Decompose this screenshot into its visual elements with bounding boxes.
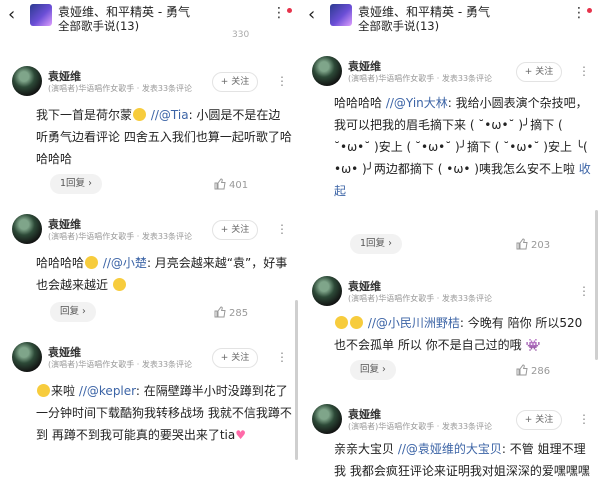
alien-icon: 👾 <box>525 338 541 352</box>
author-name[interactable]: 袁娅维 <box>348 406 381 422</box>
moon-emoji-icon <box>112 278 126 291</box>
thumb-up-icon <box>214 306 226 318</box>
avatar[interactable] <box>312 404 342 434</box>
author-meta: (演唱者)华语唱作女歌手 · 发表33条评论 <box>48 232 193 241</box>
mention-link[interactable]: //@Yin大林 <box>386 96 448 110</box>
thumb-up-icon <box>516 364 528 376</box>
comment-more-icon[interactable]: ⋮ <box>276 350 288 364</box>
laugh-emoji-icon <box>85 256 99 269</box>
reply-button[interactable]: 回复 › <box>50 302 96 322</box>
author-meta: (演唱者)华语唱作女歌手 · 发表33条评论 <box>348 74 493 83</box>
author-name[interactable]: 袁娅维 <box>348 278 381 294</box>
mention-link[interactable]: //@袁娅维的大宝贝 <box>398 442 502 456</box>
comment-text-a: 哈哈哈哈 <box>36 256 85 270</box>
comment-more-icon[interactable]: ⋮ <box>578 412 590 426</box>
top-bar: ‹ 袁娅维、和平精英 - 勇气 全部歌手说(13) ⋮ <box>0 0 300 36</box>
album-cover <box>30 4 52 26</box>
author-meta: (演唱者)华语唱作女歌手 · 发表33条评论 <box>348 294 493 303</box>
avatar[interactable] <box>12 342 42 372</box>
comment-count-title: 全部歌手说(13) <box>58 19 140 33</box>
avatar[interactable] <box>312 56 342 86</box>
back-icon[interactable]: ‹ <box>308 6 315 24</box>
more-icon[interactable]: ⋮ <box>272 6 286 20</box>
smile-emoji-icon <box>350 316 363 329</box>
comment-text: 来啦 //@kepler: 在隔壁蹲半小时没蹲到花了一分钟时间下载酷狗我转移战场… <box>36 380 292 446</box>
thumb-up-icon <box>516 238 528 250</box>
comment-text: 我下一首是荷尔蒙 //@Tia: 小圆是不是在边听勇气边看评论 四舍五入我们也算… <box>36 104 292 170</box>
like-count: 401 <box>229 180 249 191</box>
reply-button[interactable]: 1回复 › <box>350 234 402 254</box>
album-cover <box>330 4 352 26</box>
follow-button[interactable]: + 关注 <box>212 72 258 92</box>
avatar[interactable] <box>312 276 342 306</box>
like-button[interactable]: 286 <box>516 364 550 377</box>
like-count: 285 <box>229 308 249 319</box>
top-bar: ‹ 袁娅维、和平精英 - 勇气 全部歌手说(13) ⋮ <box>300 0 600 36</box>
comment-count-title: 全部歌手说(13) <box>358 19 440 33</box>
follow-button[interactable]: + 关注 <box>212 220 258 240</box>
scrollbar[interactable] <box>595 210 598 360</box>
comment-more-icon[interactable]: ⋮ <box>578 284 590 298</box>
comment-more-icon[interactable]: ⋮ <box>578 64 590 78</box>
comment-text: //@小民川洲野桔: 今晚有 陪你 所以520也不会孤单 所以 你不是自己过的哦… <box>334 312 594 356</box>
back-icon[interactable]: ‹ <box>8 6 15 24</box>
notification-dot <box>587 8 592 13</box>
comment-text: 哈哈哈哈 //@Yin大林: 我给小圆表演个杂技吧，我可以把我的眉毛摘下来 ( … <box>334 92 594 202</box>
mention-link[interactable]: //@Tia <box>151 108 189 122</box>
comment-more-icon[interactable]: ⋮ <box>276 74 288 88</box>
smile-emoji-icon <box>133 108 147 121</box>
author-meta: (演唱者)华语唱作女歌手 · 发表33条评论 <box>48 360 193 369</box>
avatar[interactable] <box>12 66 42 96</box>
notification-dot <box>287 8 292 13</box>
follow-button[interactable]: + 关注 <box>516 62 562 82</box>
follow-button[interactable]: + 关注 <box>516 410 562 430</box>
like-count: 203 <box>531 240 551 251</box>
smile-emoji-icon <box>335 316 348 329</box>
mention-link[interactable]: //@kepler <box>79 384 136 398</box>
comment-text: 哈哈哈哈 //@小楚: 月亮会越来越“袁”，好事也会越来越近 <box>36 252 292 296</box>
scrollbar[interactable] <box>295 300 298 460</box>
comment-text-a: 哈哈哈哈 <box>334 96 386 110</box>
comment-more-icon[interactable]: ⋮ <box>276 222 288 236</box>
author-name[interactable]: 袁娅维 <box>48 68 81 84</box>
right-screen: ‹ 袁娅维、和平精英 - 勇气 全部歌手说(13) ⋮ 袁娅维 (演唱者)华语唱… <box>300 0 600 502</box>
heart-icon: ♥ <box>235 428 246 442</box>
author-meta: (演唱者)华语唱作女歌手 · 发表33条评论 <box>48 84 193 93</box>
author-name[interactable]: 袁娅维 <box>48 344 81 360</box>
thumb-up-icon <box>214 178 226 190</box>
like-button[interactable]: 203 <box>516 238 550 251</box>
author-name[interactable]: 袁娅维 <box>48 216 81 232</box>
author-name[interactable]: 袁娅维 <box>348 58 381 74</box>
reply-button[interactable]: 回复 › <box>350 360 396 380</box>
like-button[interactable]: 401 <box>214 178 248 191</box>
comment-text-a: 来啦 <box>51 384 79 398</box>
mention-link[interactable]: //@小楚 <box>103 256 147 270</box>
comment-text: 亲亲大宝贝 //@袁娅维的大宝贝: 不管 姐理不理我 我都会疯狂评论来证明我对姐… <box>334 438 594 482</box>
avatar[interactable] <box>12 214 42 244</box>
comment-text-a: 亲亲大宝贝 <box>334 442 398 456</box>
like-count: 286 <box>531 366 551 377</box>
like-button[interactable]: 285 <box>214 306 248 319</box>
comment-text-a: 我下一首是荷尔蒙 <box>36 108 133 122</box>
sunglasses-emoji-icon <box>37 384 50 397</box>
clipped-like-count: 330 <box>232 30 250 40</box>
reply-button[interactable]: 1回复 › <box>50 174 102 194</box>
more-icon[interactable]: ⋮ <box>572 6 586 20</box>
follow-button[interactable]: + 关注 <box>212 348 258 368</box>
left-screen: ‹ 袁娅维、和平精英 - 勇气 全部歌手说(13) ⋮ 330 袁娅维 (演唱者… <box>0 0 300 502</box>
mention-link[interactable]: //@小民川洲野桔 <box>368 316 460 330</box>
author-meta: (演唱者)华语唱作女歌手 · 发表33条评论 <box>348 422 493 431</box>
